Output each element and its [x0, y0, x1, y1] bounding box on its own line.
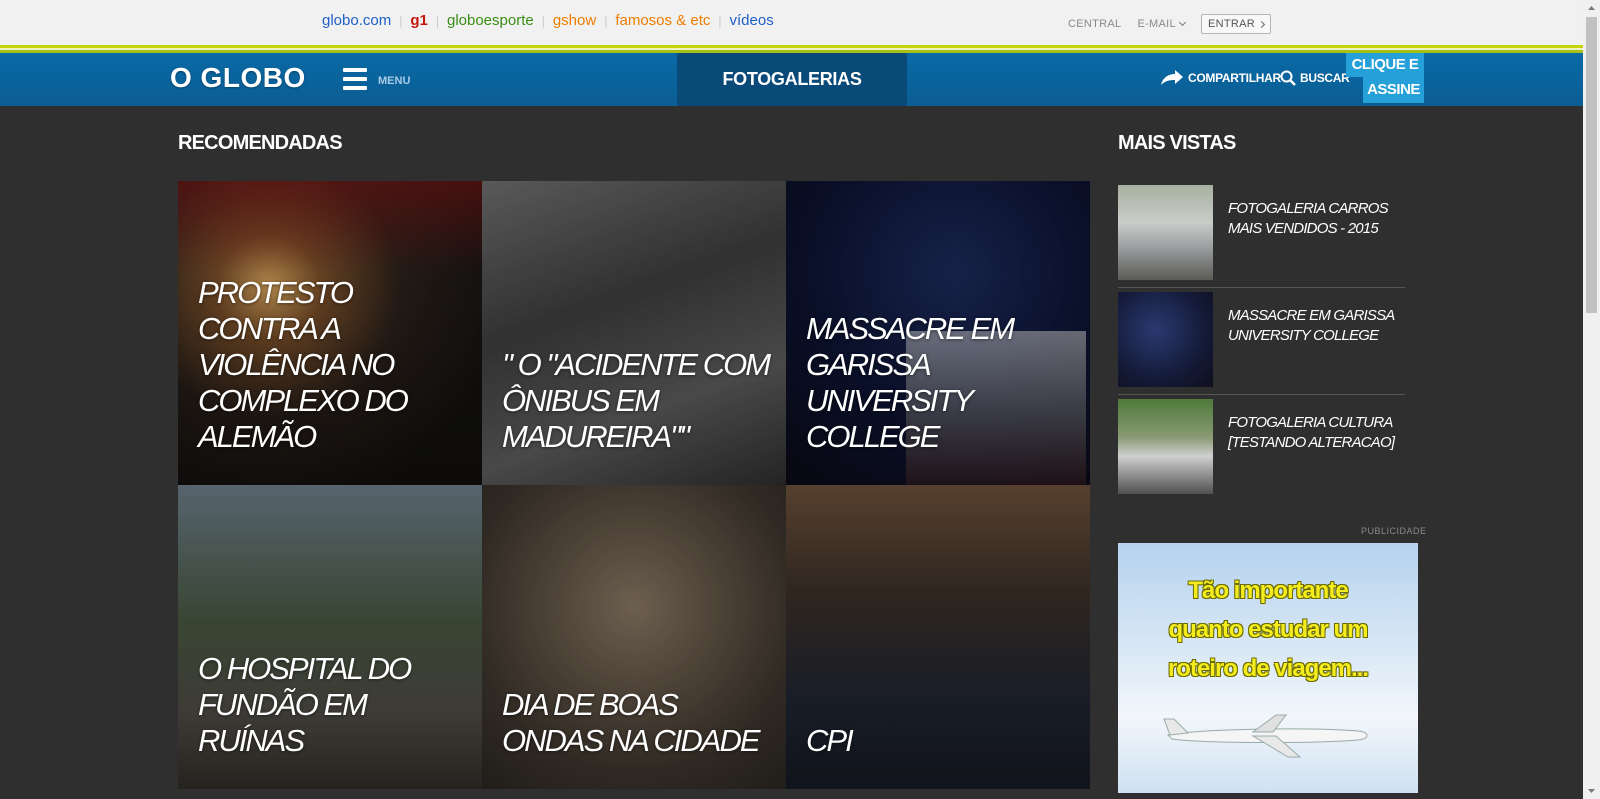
chevron-down-icon — [1178, 18, 1186, 27]
scroll-down-arrow-icon[interactable] — [1583, 782, 1600, 799]
gallery-tile[interactable]: PROTESTO CONTRA A VIOLÊNCIA NO COMPLEXO … — [178, 181, 482, 485]
gallery-caption: DIA DE BOAS ONDAS NA CIDADE — [502, 687, 761, 758]
ad-line: quanto estudar um — [1168, 616, 1368, 643]
search-label: BUSCAR — [1300, 71, 1350, 85]
separator: | — [399, 13, 403, 28]
separator: | — [718, 13, 722, 28]
mais-vistas-item[interactable]: FOTOGALERIA CARROS MAIS VENDIDOS - 2015 — [1118, 181, 1405, 288]
publicidade-label: PUBLICIDADE — [1361, 526, 1427, 536]
mais-vistas-item[interactable]: MASSACRE EM GARISSA UNIVERSITY COLLEGE — [1118, 288, 1405, 395]
chevron-right-icon — [1257, 20, 1266, 28]
ad-headline: Tão importante quanto estudar um roteiro… — [1118, 571, 1418, 688]
gallery-caption: CPI — [806, 723, 854, 758]
link-famosos[interactable]: famosos & etc — [615, 12, 710, 29]
link-globo-com[interactable]: globo.com — [322, 12, 391, 29]
link-gshow[interactable]: gshow — [553, 12, 596, 29]
recomendadas-heading: RECOMENDADAS — [178, 132, 343, 154]
gallery-thumbnail[interactable] — [1118, 292, 1213, 387]
mais-vistas-item[interactable]: FOTOGALERIA CULTURA [TESTANDO ALTERACAO] — [1118, 395, 1405, 502]
email-dropdown[interactable]: E-MAIL — [1137, 18, 1186, 30]
network-links: globo.com | g1 | globoesporte | gshow | … — [322, 12, 774, 29]
o-globo-logo[interactable]: O GLOBO — [170, 62, 306, 94]
hamburger-menu-icon[interactable] — [343, 68, 367, 90]
mais-vistas-title[interactable]: FOTOGALERIA CARROS MAIS VENDIDOS - 2015 — [1228, 199, 1398, 239]
gallery-tile[interactable]: CPI — [786, 485, 1090, 789]
ad-line: roteiro de viagem... — [1167, 655, 1369, 682]
gallery-tile[interactable]: O HOSPITAL DO FUNDÃO EM RUÍNAS — [178, 485, 482, 789]
link-g1[interactable]: g1 — [410, 12, 428, 29]
gallery-caption: MASSACRE EM GARISSA UNIVERSITY COLLEGE — [806, 311, 1015, 454]
scroll-up-arrow-icon[interactable] — [1583, 0, 1600, 17]
ad-line: Tão importante — [1188, 577, 1348, 604]
share-arrow-icon — [1161, 70, 1183, 85]
gallery-tile[interactable]: " O "ACIDENTE COM ÔNIBUS EM MADUREIRA"" — [482, 181, 786, 485]
link-globoesporte[interactable]: globoesporte — [447, 12, 534, 29]
separator: | — [604, 13, 608, 28]
mais-vistas-title[interactable]: MASSACRE EM GARISSA UNIVERSITY COLLEGE — [1228, 306, 1398, 346]
assine-button[interactable]: CLIQUE E — [1346, 53, 1424, 77]
globo-network-bar: globo.com | g1 | globoesporte | gshow | … — [0, 0, 1583, 45]
search-button[interactable]: BUSCAR — [1280, 70, 1350, 86]
gallery-thumbnail[interactable] — [1118, 399, 1213, 494]
airplane-icon — [1163, 714, 1368, 758]
section-title-tab[interactable]: FOTOGALERIAS — [677, 53, 907, 106]
email-label: E-MAIL — [1137, 18, 1176, 30]
search-icon — [1280, 70, 1296, 86]
account-links: CENTRAL E-MAIL ENTRAR — [1068, 14, 1271, 34]
recomendadas-grid: PROTESTO CONTRA A VIOLÊNCIA NO COMPLEXO … — [178, 181, 1091, 789]
advertisement-banner[interactable]: Tão importante quanto estudar um roteiro… — [1118, 543, 1418, 793]
link-videos[interactable]: vídeos — [730, 12, 774, 29]
separator: | — [435, 13, 439, 28]
gallery-tile[interactable]: MASSACRE EM GARISSA UNIVERSITY COLLEGE — [786, 181, 1090, 485]
gallery-caption: " O "ACIDENTE COM ÔNIBUS EM MADUREIRA"" — [502, 347, 771, 454]
share-button[interactable]: COMPARTILHAR — [1160, 69, 1281, 86]
mais-vistas-title[interactable]: FOTOGALERIA CULTURA [TESTANDO ALTERACAO] — [1228, 413, 1398, 453]
mais-vistas-heading: MAIS VISTAS — [1118, 132, 1236, 154]
gallery-caption: O HOSPITAL DO FUNDÃO EM RUÍNAS — [198, 651, 412, 758]
separator: | — [541, 13, 545, 28]
gallery-thumbnail[interactable] — [1118, 185, 1213, 280]
entrar-label: ENTRAR — [1207, 18, 1255, 30]
entrar-button[interactable]: ENTRAR — [1200, 14, 1271, 34]
assine-button[interactable]: ASSINE — [1363, 77, 1424, 103]
menu-label[interactable]: MENU — [378, 75, 410, 87]
central-link[interactable]: CENTRAL — [1068, 18, 1121, 30]
scrollbar-thumb[interactable] — [1586, 17, 1597, 313]
gallery-tile[interactable]: DIA DE BOAS ONDAS NA CIDADE — [482, 485, 786, 789]
share-label: COMPARTILHAR — [1188, 70, 1281, 85]
gallery-caption: PROTESTO CONTRA A VIOLÊNCIA NO COMPLEXO … — [198, 275, 409, 454]
